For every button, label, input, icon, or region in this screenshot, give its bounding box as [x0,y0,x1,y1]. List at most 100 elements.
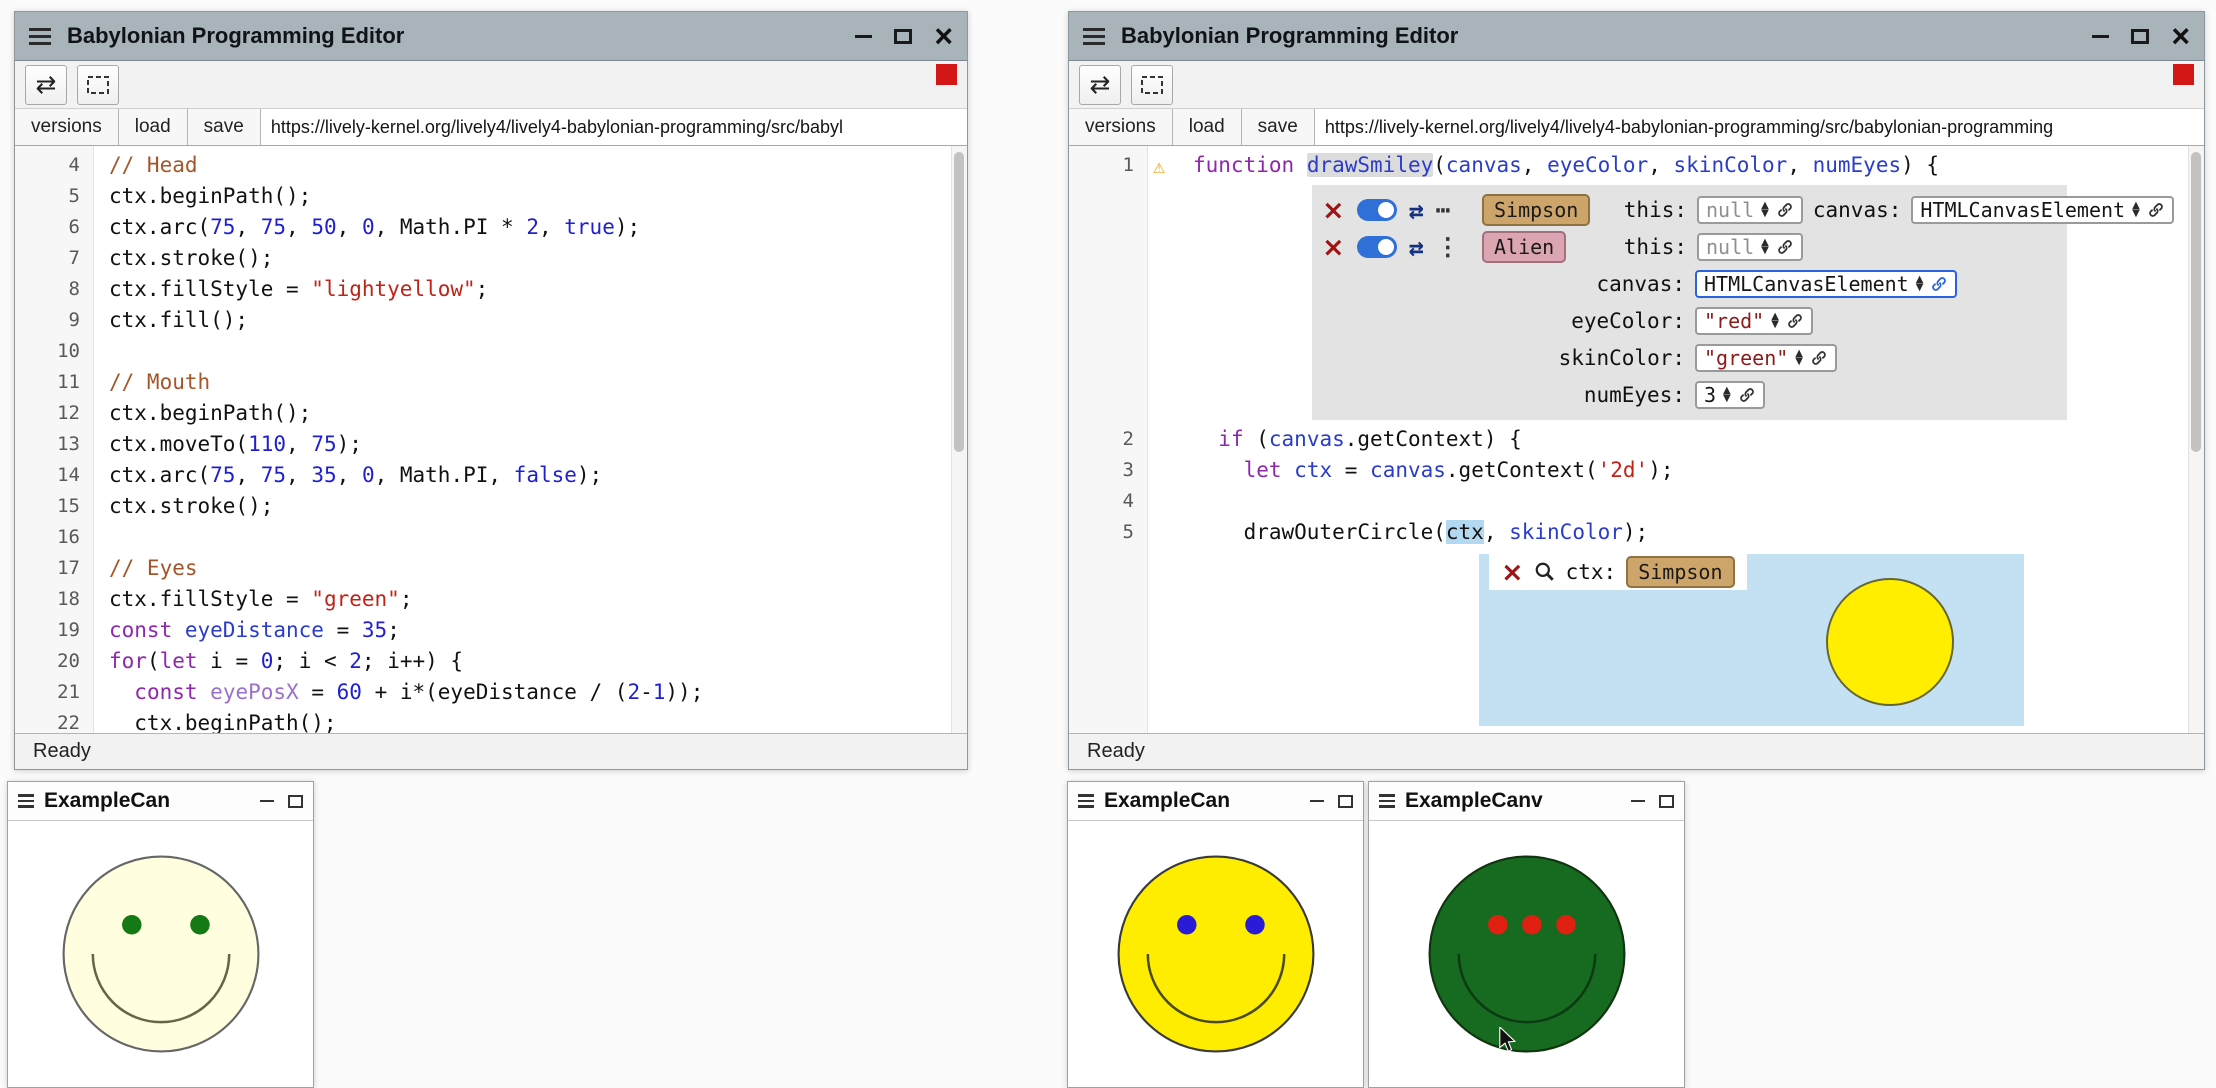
code-line[interactable]: 4// Head [15,150,967,181]
stepper-icon[interactable]: ▲▼ [1761,239,1769,255]
example-toggle[interactable] [1357,236,1397,258]
code-line[interactable]: 9ctx.fill(); [15,305,967,336]
load-button[interactable]: load [119,109,188,145]
link-icon[interactable] [1810,349,1828,367]
minimize-button[interactable] [260,800,274,803]
scrollbar-thumb[interactable] [954,152,964,452]
stepper-icon[interactable]: ▲▼ [1916,276,1924,292]
titlebar[interactable]: Babylonian Programming Editor × [15,12,967,61]
delete-example-icon[interactable]: × [1322,197,1345,224]
minimize-button[interactable] [2092,35,2109,38]
stepper-icon[interactable]: ▲▼ [2132,202,2140,218]
minimize-button[interactable] [855,35,872,38]
link-icon[interactable] [1930,275,1948,293]
close-button[interactable]: × [934,20,953,52]
code-line[interactable]: 22 ctx.beginPath(); [15,708,967,733]
code-line[interactable]: 3 let ctx = canvas.getContext('2d'); [1069,455,2204,486]
menu-dots-icon[interactable]: ⋯ [1436,198,1450,222]
menu-icon[interactable] [1078,791,1094,811]
stepper-icon[interactable]: ▲▼ [1723,387,1731,403]
code-line[interactable]: 17// Eyes [15,553,967,584]
code-line[interactable]: 19const eyeDistance = 35; [15,615,967,646]
scrollbar[interactable] [2188,146,2204,733]
scrollbar-thumb[interactable] [2191,152,2201,452]
code-editor[interactable]: 1⚠function drawSmiley(canvas, eyeColor, … [1069,146,2204,733]
code-line[interactable]: 8ctx.fillStyle = "lightyellow"; [15,274,967,305]
maximize-button[interactable] [894,29,912,44]
code-line[interactable]: 7ctx.stroke(); [15,243,967,274]
code-line[interactable]: 1⚠function drawSmiley(canvas, eyeColor, … [1069,150,2204,181]
menu-icon[interactable] [1379,791,1395,811]
code-text: if (canvas.getContext) { [1147,424,1522,455]
code-line[interactable]: 4 [1069,486,2204,517]
code-line[interactable]: 13ctx.moveTo(110, 75); [15,429,967,460]
example-toggle[interactable] [1357,199,1397,221]
menu-icon[interactable] [18,791,34,811]
menu-dots-icon[interactable]: ⋮ [1436,235,1460,259]
menu-icon[interactable] [1083,24,1105,49]
code-line[interactable]: 20for(let i = 0; i < 2; i++) { [15,646,967,677]
code-line[interactable]: 16 [15,522,967,553]
stepper-icon[interactable]: ▲▼ [1761,202,1769,218]
swap-button[interactable]: ⇄ [1079,65,1121,105]
code-line[interactable]: 21 const eyePosX = 60 + i*(eyeDistance /… [15,677,967,708]
code-line[interactable]: 5ctx.beginPath(); [15,181,967,212]
stepper-icon[interactable]: ▲▼ [1771,313,1779,329]
code-line[interactable]: 15ctx.stroke(); [15,491,967,522]
titlebar[interactable]: ExampleCan [8,782,313,821]
stepper-icon[interactable]: ▲▼ [1795,350,1803,366]
maximize-button[interactable] [2131,29,2149,44]
param-value-box[interactable]: HTMLCanvasElement ▲▼ [1695,270,1957,298]
titlebar[interactable]: ExampleCan [1068,782,1363,821]
maximize-button[interactable] [1659,795,1674,808]
param-value-box[interactable]: 3 ▲▼ [1695,381,1765,409]
code-text [93,336,109,367]
scrollbar[interactable] [951,146,967,733]
frame-button[interactable] [1131,65,1173,105]
swap-icon[interactable]: ⇄ [1409,198,1424,223]
link-icon[interactable] [2147,201,2165,219]
param-value-box[interactable]: null ▲▼ [1697,233,1803,261]
example-badge[interactable]: Simpson [1482,194,1590,226]
swap-button[interactable]: ⇄ [25,65,67,105]
menu-icon[interactable] [29,24,51,49]
link-icon[interactable] [1786,312,1804,330]
delete-probe-icon[interactable]: × [1501,559,1524,586]
magnifier-icon[interactable] [1534,561,1556,583]
swap-icon[interactable]: ⇄ [1409,235,1424,260]
maximize-button[interactable] [288,795,303,808]
link-icon[interactable] [1776,238,1794,256]
maximize-button[interactable] [1338,795,1353,808]
link-icon[interactable] [1738,386,1756,404]
code-line[interactable]: 10 [15,336,967,367]
link-icon[interactable] [1776,201,1794,219]
load-button[interactable]: load [1173,109,1242,145]
param-value-box[interactable]: "red" ▲▼ [1695,307,1813,335]
code-editor[interactable]: 4// Head5ctx.beginPath();6ctx.arc(75, 75… [15,146,967,733]
url-field[interactable]: https://lively-kernel.org/lively4/lively… [1315,109,2204,145]
url-field[interactable]: https://lively-kernel.org/lively4/lively… [261,109,967,145]
versions-button[interactable]: versions [15,109,119,145]
save-button[interactable]: save [1242,109,1315,145]
close-button[interactable]: × [2171,20,2190,52]
titlebar[interactable]: Babylonian Programming Editor × [1069,12,2204,61]
code-line[interactable]: 5 drawOuterCircle(ctx, skinColor); [1069,517,2204,548]
probe-example-badge[interactable]: Simpson [1626,556,1734,588]
code-line[interactable]: 6ctx.arc(75, 75, 50, 0, Math.PI * 2, tru… [15,212,967,243]
code-line[interactable]: 11// Mouth [15,367,967,398]
param-value-box[interactable]: "green" ▲▼ [1695,344,1837,372]
frame-button[interactable] [77,65,119,105]
titlebar[interactable]: ExampleCanv [1369,782,1684,821]
code-line[interactable]: 2 if (canvas.getContext) { [1069,424,2204,455]
delete-example-icon[interactable]: × [1322,234,1345,261]
versions-button[interactable]: versions [1069,109,1173,145]
minimize-button[interactable] [1310,800,1324,803]
param-value-box[interactable]: HTMLCanvasElement ▲▼ [1911,196,2173,224]
example-badge[interactable]: Alien [1482,231,1566,263]
code-line[interactable]: 14ctx.arc(75, 75, 35, 0, Math.PI, false)… [15,460,967,491]
minimize-button[interactable] [1631,800,1645,803]
save-button[interactable]: save [188,109,261,145]
param-value-box[interactable]: null ▲▼ [1697,196,1803,224]
code-line[interactable]: 12ctx.beginPath(); [15,398,967,429]
code-line[interactable]: 18ctx.fillStyle = "green"; [15,584,967,615]
